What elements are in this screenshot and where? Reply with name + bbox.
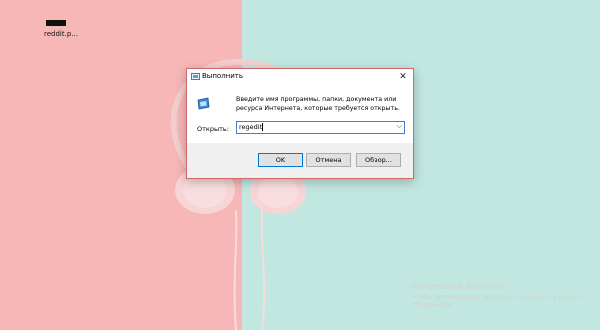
activation-text: Чтобы активировать Windows, перейдите в … xyxy=(412,294,582,309)
close-icon: ✕ xyxy=(399,71,407,82)
run-dialog: Выполнить ✕ Введите имя программы, папки… xyxy=(186,68,414,179)
chevron-down-icon[interactable]: ⌵ xyxy=(397,122,402,131)
desktop-shortcut-label: reddit.p... xyxy=(44,30,78,38)
desktop-shortcut[interactable]: reddit.p... xyxy=(40,18,100,44)
dialog-titlebar[interactable]: Выполнить ✕ xyxy=(187,69,413,85)
open-input[interactable]: regedit ⌵ xyxy=(236,121,405,134)
dialog-body: Введите имя программы, папки, документа … xyxy=(187,85,413,143)
shortcut-file-icon xyxy=(46,20,66,26)
close-button[interactable]: ✕ xyxy=(397,71,409,83)
browse-button[interactable]: Обзор... xyxy=(356,153,401,167)
activation-title: Активация Windows xyxy=(412,282,506,292)
open-input-value: regedit xyxy=(239,123,263,131)
text-caret xyxy=(262,123,263,131)
open-label: Открыть: xyxy=(197,125,229,133)
cancel-button[interactable]: Отмена xyxy=(306,153,351,167)
run-icon xyxy=(191,73,200,80)
ok-button[interactable]: OK xyxy=(258,153,303,167)
dialog-description: Введите имя программы, папки, документа … xyxy=(236,96,400,112)
run-program-icon xyxy=(197,97,210,110)
activation-watermark: Активация Windows Чтобы активировать Win… xyxy=(412,282,582,310)
dialog-title: Выполнить xyxy=(202,72,243,80)
